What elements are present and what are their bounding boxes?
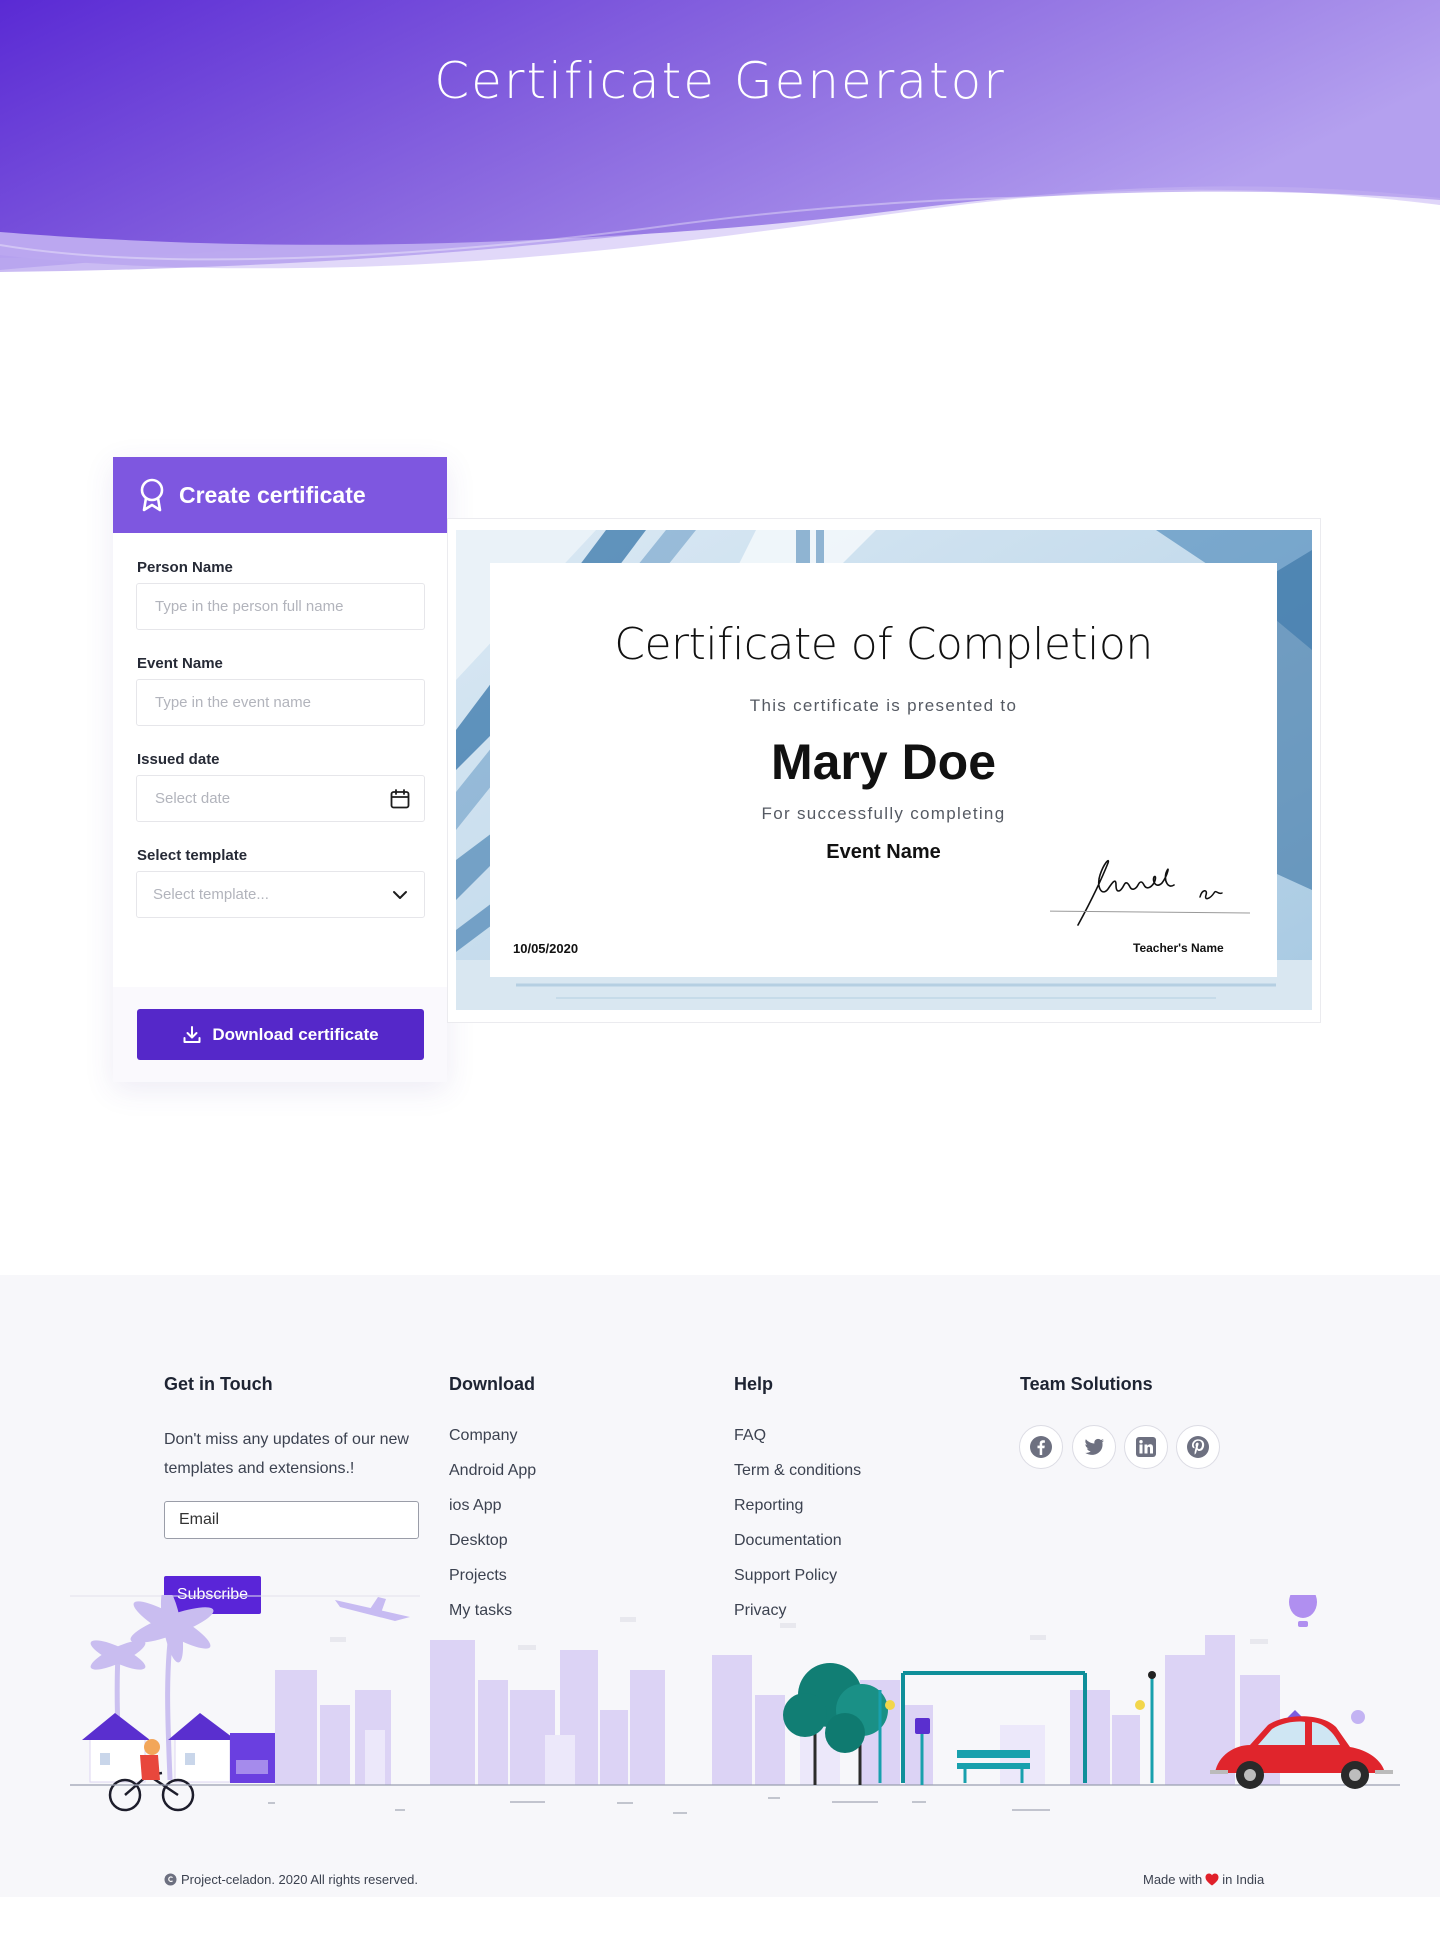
certificate-paper: Certificate of Completion This certifica… <box>490 563 1277 977</box>
certificate-teacher-name: Teacher's Name <box>1133 941 1224 955</box>
team-solutions-title: Team Solutions <box>1020 1374 1153 1394</box>
facebook-button[interactable] <box>1019 1425 1063 1469</box>
link-documentation[interactable]: Documentation <box>734 1532 842 1550</box>
copyright-icon <box>164 1873 177 1886</box>
event-name-field[interactable] <box>136 679 425 726</box>
person-name-field[interactable] <box>136 583 425 630</box>
signature-image <box>1050 859 1251 926</box>
download-certificate-button[interactable]: Download certificate <box>137 1009 424 1060</box>
event-name-label: Event Name <box>137 655 223 672</box>
made-with-text: Made with in India <box>1143 1872 1264 1887</box>
twitter-button[interactable] <box>1072 1425 1116 1469</box>
template-select-value: Select template... <box>153 886 269 903</box>
download-icon <box>183 1025 201 1043</box>
link-reporting[interactable]: Reporting <box>734 1497 803 1515</box>
facebook-icon <box>1030 1436 1052 1458</box>
email-field[interactable] <box>164 1501 419 1539</box>
certificate-title: Certificate of Completion <box>614 619 1153 670</box>
link-terms[interactable]: Term & conditions <box>734 1462 861 1480</box>
link-desktop[interactable]: Desktop <box>449 1532 508 1550</box>
pinterest-icon <box>1187 1436 1209 1458</box>
calendar-icon[interactable] <box>389 788 411 810</box>
made-with-suffix: in India <box>1222 1872 1265 1887</box>
person-name-input[interactable] <box>153 597 424 616</box>
help-title: Help <box>734 1374 774 1394</box>
hero-wave-background <box>0 0 1440 272</box>
link-projects[interactable]: Projects <box>449 1567 507 1585</box>
site-footer: Get in Touch Don't miss any updates of o… <box>0 1275 1440 1897</box>
link-faq[interactable]: FAQ <box>734 1427 766 1445</box>
template-select[interactable]: Select template... <box>136 871 425 918</box>
heart-icon <box>1205 1873 1219 1886</box>
certificate-recipient-name: Mary Doe <box>770 734 997 790</box>
chevron-down-icon[interactable] <box>389 884 411 906</box>
get-in-touch-title: Get in Touch <box>164 1374 273 1394</box>
issued-date-field[interactable] <box>136 775 425 822</box>
get-in-touch-text: Don't miss any updates of our new templa… <box>164 1431 409 1477</box>
card-header: Create certificate <box>113 457 447 533</box>
select-template-label: Select template <box>137 847 248 864</box>
link-android-app[interactable]: Android App <box>449 1462 536 1480</box>
link-company[interactable]: Company <box>449 1427 517 1445</box>
email-input[interactable] <box>177 1510 418 1530</box>
create-certificate-card: Create certificate Person Name Event Nam… <box>113 457 447 1082</box>
issued-date-input[interactable] <box>153 789 424 808</box>
copyright-text: Project-celadon. 2020 All rights reserve… <box>164 1872 418 1887</box>
person-name-label: Person Name <box>137 559 233 576</box>
award-ribbon-icon <box>140 478 164 512</box>
event-name-input[interactable] <box>153 693 424 712</box>
link-ios-app[interactable]: ios App <box>449 1497 501 1515</box>
certificate-completing-text: For successfully completing <box>761 804 1006 823</box>
certificate-date: 10/05/2020 <box>513 941 579 956</box>
copyright-label: Project-celadon. 2020 All rights reserve… <box>181 1872 419 1887</box>
pinterest-button[interactable] <box>1176 1425 1220 1469</box>
twitter-icon <box>1085 1438 1104 1455</box>
linkedin-icon <box>1136 1437 1156 1457</box>
link-support-policy[interactable]: Support Policy <box>734 1567 837 1585</box>
issued-date-label: Issued date <box>137 751 220 768</box>
download-certificate-label: Download certificate <box>212 1024 379 1044</box>
download-title: Download <box>449 1374 535 1394</box>
hero-header: Certificate Generator <box>0 0 1440 305</box>
card-title: Create certificate <box>179 481 366 508</box>
made-with-prefix: Made with <box>1143 1872 1203 1887</box>
certificate-presented-text: This certificate is presented to <box>749 696 1018 715</box>
page-title: Certificate Generator <box>434 52 1006 110</box>
city-illustration <box>70 1595 1400 1814</box>
linkedin-button[interactable] <box>1124 1425 1168 1469</box>
